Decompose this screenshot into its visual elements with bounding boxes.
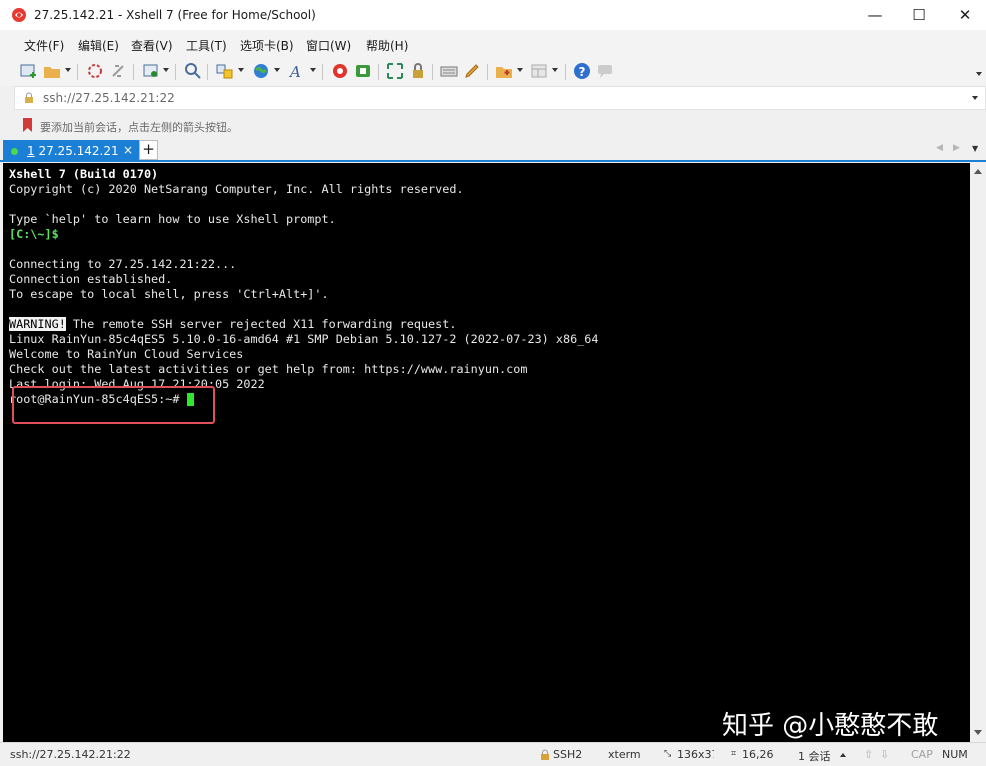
open-folder-icon[interactable] <box>43 62 61 80</box>
terminal-line: WARNING! The remote SSH server rejected … <box>9 317 456 332</box>
annotation-highlight-box <box>12 386 215 424</box>
connected-status-dot <box>11 148 18 155</box>
address-lock-icon <box>23 92 35 104</box>
address-input[interactable]: ssh://27.25.142.21:22 <box>43 91 175 105</box>
properties-dropdown-icon[interactable] <box>163 68 169 72</box>
tab-next-icon[interactable]: ▶ <box>953 143 960 153</box>
menu-help[interactable]: 帮助(H) <box>366 37 408 54</box>
xshell-logo-icon <box>11 7 27 23</box>
folder-dropdown-icon[interactable] <box>517 68 523 72</box>
menu-window[interactable]: 窗口(W) <box>306 37 351 54</box>
xftp-icon[interactable] <box>354 62 372 80</box>
fullscreen-icon[interactable] <box>386 62 404 80</box>
properties-icon[interactable] <box>142 62 160 80</box>
layout-icon[interactable] <box>530 62 548 80</box>
session-hint-bar: 要添加当前会话，点击左侧的箭头按钮。 <box>14 114 986 136</box>
warning-label: WARNING! <box>9 317 66 331</box>
disconnect-icon[interactable] <box>86 62 104 80</box>
status-connection: ssh://27.25.142.21:22 <box>10 748 131 761</box>
lock-icon[interactable] <box>409 62 427 80</box>
tab-close-icon[interactable]: × <box>123 143 133 157</box>
globe-icon[interactable] <box>252 62 270 80</box>
tab-menu-icon[interactable]: ▼ <box>972 144 978 153</box>
status-sessions: 1 会话 <box>798 748 831 764</box>
tab-title: 27.25.142.21 <box>38 144 118 158</box>
scroll-down-icon[interactable] <box>974 730 982 735</box>
terminal-line: Connection established. <box>9 272 172 287</box>
terminal-line: To escape to local shell, press 'Ctrl+Al… <box>9 287 329 302</box>
session-hint-text: 要添加当前会话，点击左侧的箭头按钮。 <box>40 119 238 135</box>
terminal-line: Check out the latest activities or get h… <box>9 362 527 377</box>
terminal-line: Welcome to RainYun Cloud Services <box>9 347 243 362</box>
tab-underline <box>0 160 986 162</box>
minimize-button[interactable]: — <box>852 0 898 30</box>
warning-message: The remote SSH server rejected X11 forwa… <box>66 317 457 331</box>
menu-file[interactable]: 文件(F) <box>24 37 64 54</box>
tab-index: 1 <box>27 144 35 158</box>
resize-icon: ⤡ <box>664 749 671 759</box>
globe-dropdown-icon[interactable] <box>274 68 280 72</box>
terminal-line: Linux RainYun-85c4qES5 5.10.0-16-amd64 #… <box>9 332 599 347</box>
new-session-icon[interactable] <box>20 62 38 80</box>
status-num: NUM <box>942 748 968 761</box>
tab-prev-icon[interactable]: ◀ <box>936 143 943 153</box>
xshell-icon[interactable] <box>331 62 349 80</box>
search-icon[interactable] <box>184 62 202 80</box>
close-window-button[interactable]: ✕ <box>942 0 986 30</box>
bookmark-arrow-icon[interactable] <box>21 117 34 133</box>
local-prompt: [C:\~]$ <box>9 227 59 242</box>
terminal-scrollbar[interactable] <box>970 163 986 742</box>
transfer-dropdown-icon[interactable] <box>238 68 244 72</box>
menu-bar: 文件(F) 编辑(E) 查看(V) 工具(T) 选项卡(B) 窗口(W) 帮助(… <box>0 30 986 56</box>
address-dropdown-icon[interactable] <box>972 96 978 100</box>
nav-down-icon[interactable]: ⇩ <box>880 748 889 761</box>
reconnect-icon[interactable] <box>109 62 127 80</box>
status-size: 136x37 <box>677 748 714 761</box>
terminal-output[interactable]: Xshell 7 (Build 0170) Copyright (c) 2020… <box>3 163 970 742</box>
tab-session-1[interactable]: 1 27.25.142.21 × <box>3 140 139 162</box>
chat-icon[interactable] <box>596 62 614 80</box>
toolbar-overflow-icon[interactable] <box>976 72 982 76</box>
status-bar: ssh://27.25.142.21:22 SSH2 xterm ⤡ 136x3… <box>0 742 986 766</box>
menu-view[interactable]: 查看(V) <box>131 37 173 54</box>
terminal-line: Xshell 7 (Build 0170) <box>9 167 158 182</box>
transfer-icon[interactable] <box>216 62 234 80</box>
terminal-line: Connecting to 27.25.142.21:22... <box>9 257 236 272</box>
watermark-text: 知乎 @小憨憨不敢 <box>722 705 938 742</box>
nav-up-icon[interactable]: ⇧ <box>864 748 873 761</box>
sessions-up-icon[interactable] <box>840 753 846 757</box>
open-dropdown-icon[interactable] <box>65 68 71 72</box>
menu-edit[interactable]: 编辑(E) <box>78 37 119 54</box>
scroll-up-icon[interactable] <box>974 169 982 174</box>
window-title: 27.25.142.21 - Xshell 7 (Free for Home/S… <box>34 8 316 22</box>
status-terminal-type: xterm <box>608 748 641 761</box>
terminal-line: Type `help' to learn how to use Xshell p… <box>9 212 336 227</box>
position-icon: ⌗ <box>731 749 736 759</box>
toolbar: A ? <box>0 56 986 86</box>
maximize-button[interactable]: ☐ <box>896 0 942 30</box>
svg-text:A: A <box>288 63 301 80</box>
new-folder-icon[interactable] <box>495 62 513 80</box>
status-lock-icon <box>540 749 550 760</box>
layout-dropdown-icon[interactable] <box>552 68 558 72</box>
tab-bar: 1 27.25.142.21 × + ◀ ▶ ▼ <box>0 138 986 162</box>
add-tab-button[interactable]: + <box>139 140 158 160</box>
terminal-line: Copyright (c) 2020 NetSarang Computer, I… <box>9 182 464 197</box>
help-icon[interactable]: ? <box>573 62 591 80</box>
menu-tools[interactable]: 工具(T) <box>186 37 227 54</box>
address-bar[interactable]: ssh://27.25.142.21:22 <box>14 86 986 110</box>
title-bar: 27.25.142.21 - Xshell 7 (Free for Home/S… <box>0 0 986 30</box>
status-cap: CAP <box>911 748 933 761</box>
menu-tab[interactable]: 选项卡(B) <box>240 37 294 54</box>
highlight-pen-icon[interactable] <box>463 62 481 80</box>
font-dropdown-icon[interactable] <box>310 68 316 72</box>
svg-text:?: ? <box>579 65 586 79</box>
keyboard-icon[interactable] <box>440 62 458 80</box>
status-position: 16,26 <box>742 748 774 761</box>
font-icon[interactable]: A <box>288 62 306 80</box>
status-protocol: SSH2 <box>553 748 582 761</box>
tab-label: 1 27.25.142.21 <box>27 144 119 158</box>
